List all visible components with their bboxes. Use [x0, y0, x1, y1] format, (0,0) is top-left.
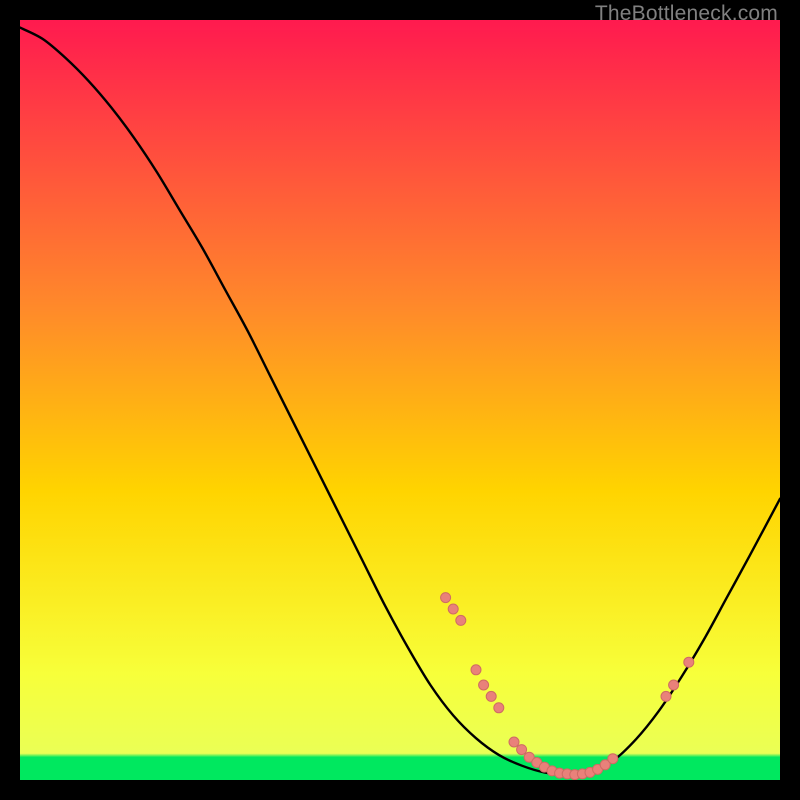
highlight-dot [608, 754, 618, 764]
highlight-dot [486, 691, 496, 701]
highlight-dot [479, 680, 489, 690]
highlight-dot [509, 737, 519, 747]
highlight-dot [448, 604, 458, 614]
highlight-dot [684, 657, 694, 667]
highlight-dot [456, 615, 466, 625]
gradient-background [20, 20, 780, 780]
highlight-dot [494, 703, 504, 713]
highlight-dot [517, 745, 527, 755]
chart-svg [20, 20, 780, 780]
highlight-dot [661, 691, 671, 701]
highlight-dot [471, 665, 481, 675]
highlight-dot [669, 680, 679, 690]
chart-frame [20, 20, 780, 780]
attribution-text: TheBottleneck.com [595, 2, 778, 26]
highlight-dot [441, 593, 451, 603]
